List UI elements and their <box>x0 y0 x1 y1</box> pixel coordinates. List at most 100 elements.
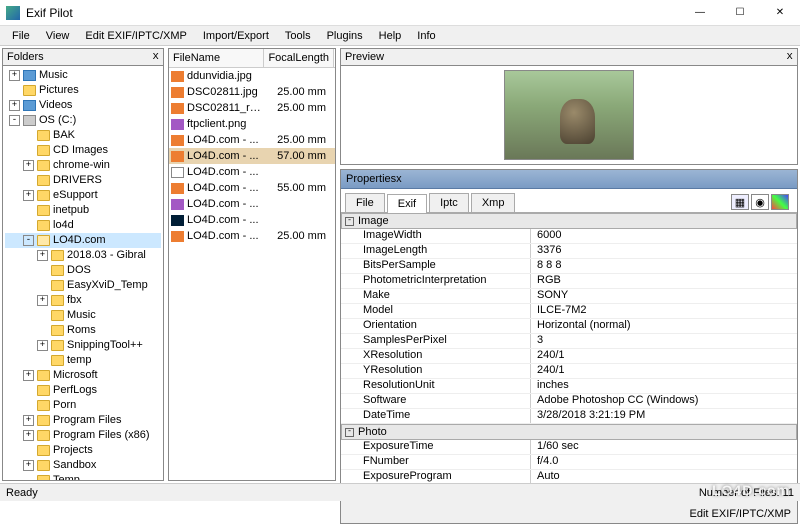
property-row[interactable]: ImageLength3376 <box>341 244 797 259</box>
file-row[interactable]: LO4D.com - ... <box>169 196 335 212</box>
properties-grid[interactable]: -ImageImageWidth6000ImageLength3376BitsP… <box>341 213 797 485</box>
file-row[interactable]: LO4D.com - ...25.00 mm <box>169 228 335 244</box>
menu-view[interactable]: View <box>38 28 78 44</box>
edit-exif-link[interactable]: Edit EXIF/IPTC/XMP <box>690 508 791 520</box>
tree-item[interactable]: inetpub <box>5 203 161 218</box>
file-row[interactable]: ftpclient.png <box>169 116 335 132</box>
tab-file[interactable]: File <box>345 193 385 212</box>
properties-close-icon[interactable]: x <box>396 173 402 185</box>
tab-iptc[interactable]: Iptc <box>429 193 469 212</box>
tree-item[interactable]: temp <box>5 353 161 368</box>
view-grid-icon[interactable]: ▦ <box>731 194 749 210</box>
tree-item[interactable]: Porn <box>5 398 161 413</box>
expand-icon[interactable]: - <box>23 235 34 246</box>
menu-help[interactable]: Help <box>371 28 410 44</box>
tree-item[interactable]: Music <box>5 308 161 323</box>
tree-item[interactable]: +SnippingTool++ <box>5 338 161 353</box>
file-row[interactable]: LO4D.com - ...57.00 mm <box>169 148 335 164</box>
properties-panel: Properties x File Exif Iptc Xmp ▦ ◉ -Ima… <box>340 169 798 524</box>
property-row[interactable]: ImageWidth6000 <box>341 229 797 244</box>
property-row[interactable]: FNumberf/4.0 <box>341 455 797 470</box>
expand-icon[interactable]: + <box>23 190 34 201</box>
globe-icon[interactable]: ◉ <box>751 194 769 210</box>
property-row[interactable]: ResolutionUnitinches <box>341 379 797 394</box>
tree-item[interactable]: EasyXviD_Temp <box>5 278 161 293</box>
property-row[interactable]: ExposureTime1/60 sec <box>341 440 797 455</box>
tree-item[interactable]: Pictures <box>5 83 161 98</box>
tree-item[interactable]: +Microsoft <box>5 368 161 383</box>
menu-plugins[interactable]: Plugins <box>319 28 371 44</box>
expand-icon[interactable]: + <box>37 340 48 351</box>
column-filename[interactable]: FileName <box>169 49 264 67</box>
tree-item[interactable]: +Program Files (x86) <box>5 428 161 443</box>
menu-info[interactable]: Info <box>409 28 443 44</box>
property-row[interactable]: PhotometricInterpretationRGB <box>341 274 797 289</box>
tree-item[interactable]: +Program Files <box>5 413 161 428</box>
column-focallength[interactable]: FocalLength <box>264 49 334 67</box>
file-row[interactable]: LO4D.com - ... <box>169 212 335 228</box>
close-button[interactable]: ✕ <box>760 0 800 26</box>
maximize-button[interactable]: ☐ <box>720 0 760 26</box>
property-row[interactable]: YResolution240/1 <box>341 364 797 379</box>
tree-item[interactable]: Temp <box>5 473 161 480</box>
property-group-header[interactable]: -Image <box>341 213 797 229</box>
collapse-icon[interactable]: - <box>345 428 354 437</box>
tree-item[interactable]: Projects <box>5 443 161 458</box>
property-group-header[interactable]: -Photo <box>341 424 797 440</box>
file-name: DSC02811.jpg <box>187 86 258 98</box>
expand-icon[interactable]: + <box>23 415 34 426</box>
tree-item[interactable]: PerfLogs <box>5 383 161 398</box>
tree-item[interactable]: +Videos <box>5 98 161 113</box>
file-row[interactable]: LO4D.com - ...55.00 mm <box>169 180 335 196</box>
file-row[interactable]: ddunvidia.jpg <box>169 68 335 84</box>
expand-icon[interactable]: + <box>37 250 48 261</box>
tree-item[interactable]: Roms <box>5 323 161 338</box>
menu-edit-exif[interactable]: Edit EXIF/IPTC/XMP <box>77 28 194 44</box>
menu-file[interactable]: File <box>4 28 38 44</box>
property-row[interactable]: DateTime3/28/2018 3:21:19 PM <box>341 409 797 424</box>
color-icon[interactable] <box>771 194 789 210</box>
collapse-icon[interactable]: - <box>345 217 354 226</box>
tree-item[interactable]: DRIVERS <box>5 173 161 188</box>
tree-item[interactable]: +chrome-win <box>5 158 161 173</box>
tab-xmp[interactable]: Xmp <box>471 193 516 212</box>
tree-item[interactable]: -OS (C:) <box>5 113 161 128</box>
property-row[interactable]: BitsPerSample8 8 8 <box>341 259 797 274</box>
expand-icon[interactable]: + <box>37 295 48 306</box>
menu-tools[interactable]: Tools <box>277 28 319 44</box>
folders-close-icon[interactable]: x <box>152 51 159 63</box>
tree-item[interactable]: +eSupport <box>5 188 161 203</box>
menu-import-export[interactable]: Import/Export <box>195 28 277 44</box>
tree-item[interactable]: DOS <box>5 263 161 278</box>
property-row[interactable]: MakeSONY <box>341 289 797 304</box>
property-row[interactable]: ModelILCE-7M2 <box>341 304 797 319</box>
file-row[interactable]: DSC02811.jpg25.00 mm <box>169 84 335 100</box>
folder-tree[interactable]: +MusicPictures+Videos-OS (C:)BAKCD Image… <box>3 66 163 480</box>
file-row[interactable]: LO4D.com - ... <box>169 164 335 180</box>
expand-icon[interactable]: + <box>9 70 20 81</box>
file-row[interactable]: LO4D.com - ...25.00 mm <box>169 132 335 148</box>
expand-icon[interactable]: + <box>23 460 34 471</box>
tree-item[interactable]: +Music <box>5 68 161 83</box>
tree-item[interactable]: +fbx <box>5 293 161 308</box>
property-row[interactable]: XResolution240/1 <box>341 349 797 364</box>
property-row[interactable]: SoftwareAdobe Photoshop CC (Windows) <box>341 394 797 409</box>
tree-item[interactable]: +Sandbox <box>5 458 161 473</box>
tree-item[interactable]: -LO4D.com <box>5 233 161 248</box>
property-row[interactable]: SamplesPerPixel3 <box>341 334 797 349</box>
preview-close-icon[interactable]: x <box>786 51 793 63</box>
minimize-button[interactable]: — <box>680 0 720 26</box>
tree-item[interactable]: BAK <box>5 128 161 143</box>
tree-item[interactable]: lo4d <box>5 218 161 233</box>
expand-icon[interactable]: + <box>9 100 20 111</box>
expand-icon[interactable]: + <box>23 160 34 171</box>
tree-item[interactable]: +2018.03 - Gibral <box>5 248 161 263</box>
property-row[interactable]: OrientationHorizontal (normal) <box>341 319 797 334</box>
expand-icon[interactable]: + <box>23 370 34 381</box>
expand-icon[interactable]: + <box>23 430 34 441</box>
file-row[interactable]: DSC02811_re...25.00 mm <box>169 100 335 116</box>
tree-item[interactable]: CD Images <box>5 143 161 158</box>
file-list[interactable]: ddunvidia.jpgDSC02811.jpg25.00 mmDSC0281… <box>169 68 335 480</box>
expand-icon[interactable]: - <box>9 115 20 126</box>
tab-exif[interactable]: Exif <box>387 194 427 213</box>
